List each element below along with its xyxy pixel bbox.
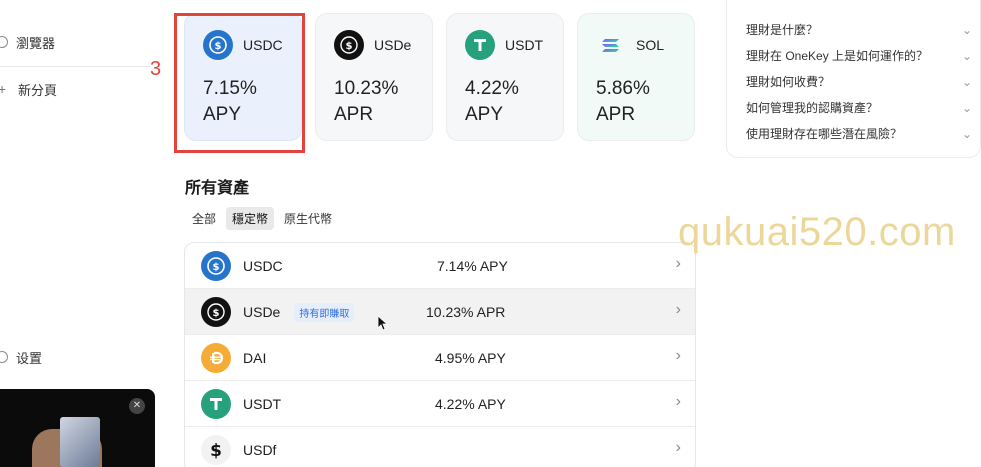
usdf-coin-icon: $ xyxy=(201,435,231,465)
dai-coin-icon xyxy=(201,343,231,373)
sidebar-divider xyxy=(0,66,150,67)
card-rate-type: APR xyxy=(596,104,636,125)
annotation-highlight-box xyxy=(174,13,305,153)
featured-card-usdt[interactable]: USDT 4.22% APY xyxy=(446,13,564,141)
asset-symbol: USDf xyxy=(243,442,277,458)
compass-icon xyxy=(0,36,8,48)
faq-question: 使用理財存在哪些潛在風險？ xyxy=(746,127,903,141)
card-symbol: USDT xyxy=(505,37,544,53)
card-rate-type: APY xyxy=(465,104,504,125)
earn-badge: 持有即賺取 xyxy=(294,302,355,322)
filter-native-tokens[interactable]: 原生代幣 xyxy=(278,207,338,230)
mouse-cursor-icon xyxy=(378,316,388,331)
faq-question: 如何管理我的認購資產？ xyxy=(746,101,879,115)
faq-question: 理財在 OneKey 上是如何運作的？ xyxy=(746,49,929,63)
faq-question: 理財是什麼？ xyxy=(746,23,819,37)
usde-coin-icon: $ xyxy=(334,30,364,60)
asset-symbol: USDT xyxy=(243,396,282,412)
sol-coin-icon xyxy=(596,30,626,60)
usdt-coin-icon xyxy=(201,389,231,419)
card-rate: 4.22% xyxy=(465,78,519,99)
section-title: 所有資產 xyxy=(185,180,250,197)
chevron-down-icon: ⌄ xyxy=(961,74,972,89)
card-rate: 10.23% xyxy=(334,78,399,99)
asset-row-usdc[interactable]: $ USDC 7.14% APY › xyxy=(185,243,695,289)
asset-symbol: USDe xyxy=(243,304,281,320)
featured-card-sol[interactable]: SOL 5.86% APR xyxy=(577,13,695,141)
chevron-right-icon: › xyxy=(675,393,681,410)
annotation-number: 3 xyxy=(150,58,162,80)
sidebar: 瀏覽器 + 新分頁 设置 ✕ xyxy=(0,0,160,467)
faq-item[interactable]: 理財是什麼？ ⌄ xyxy=(746,21,972,38)
faq-item[interactable]: 理財如何收費？ ⌄ xyxy=(746,73,972,90)
card-rate: 5.86% xyxy=(596,78,650,99)
usdc-coin-icon: $ xyxy=(201,251,231,281)
watermark: qukuai520.com xyxy=(678,210,956,254)
chevron-down-icon: ⌄ xyxy=(961,100,972,115)
faq-panel: 理財是什麼？ ⌄ 理財在 OneKey 上是如何運作的？ ⌄ 理財如何收費？ ⌄… xyxy=(726,0,981,158)
gear-icon xyxy=(0,351,8,363)
asset-row-dai[interactable]: DAI 4.95% APY › xyxy=(185,335,695,381)
sidebar-item-label: 新分頁 xyxy=(18,82,58,98)
device-image xyxy=(60,417,100,467)
asset-list: $ USDC 7.14% APY › $ USDe 持有即賺取 10.23% A… xyxy=(184,242,696,467)
chevron-down-icon: ⌄ xyxy=(961,22,972,37)
close-icon[interactable]: ✕ xyxy=(129,398,145,414)
chevron-right-icon: › xyxy=(675,255,681,272)
asset-symbol: DAI xyxy=(243,350,267,366)
faq-question: 理財如何收費？ xyxy=(746,75,831,89)
chevron-right-icon: › xyxy=(675,347,681,364)
video-thumbnail[interactable]: ✕ xyxy=(0,389,155,467)
asset-row-usde[interactable]: $ USDe 持有即賺取 10.23% APR › xyxy=(185,289,695,335)
faq-item[interactable]: 如何管理我的認購資產？ ⌄ xyxy=(746,99,972,116)
chevron-down-icon: ⌄ xyxy=(961,48,972,63)
sidebar-item-new-tab[interactable]: + 新分頁 xyxy=(0,77,57,101)
asset-filter-tabs: 全部 穩定幣 原生代幣 xyxy=(186,207,338,230)
svg-text:$: $ xyxy=(213,308,220,319)
chevron-right-icon: › xyxy=(675,439,681,456)
plus-icon: + xyxy=(0,81,7,97)
faq-item[interactable]: 理財在 OneKey 上是如何運作的？ ⌄ xyxy=(746,47,972,64)
card-rate-type: APR xyxy=(334,104,374,125)
usdt-coin-icon xyxy=(465,30,495,60)
asset-symbol: USDC xyxy=(243,258,283,274)
svg-text:$: $ xyxy=(210,441,222,461)
sidebar-item-label: 设置 xyxy=(16,350,43,366)
asset-rate: 4.95% APY xyxy=(435,350,506,366)
svg-text:$: $ xyxy=(213,262,220,273)
sidebar-item-label: 瀏覽器 xyxy=(16,35,56,51)
featured-card-usde[interactable]: $ USDe 10.23% APR xyxy=(315,13,433,141)
chevron-right-icon: › xyxy=(675,301,681,318)
asset-rate: 10.23% APR xyxy=(426,304,506,320)
sidebar-item-browser[interactable]: 瀏覽器 xyxy=(0,30,55,54)
filter-stablecoins[interactable]: 穩定幣 xyxy=(226,207,275,230)
asset-rate: 4.22% APY xyxy=(435,396,506,412)
usde-coin-icon: $ xyxy=(201,297,231,327)
asset-row-usdf[interactable]: $ USDf › xyxy=(185,427,695,467)
filter-all[interactable]: 全部 xyxy=(186,207,222,230)
sidebar-item-settings[interactable]: 设置 xyxy=(0,345,42,369)
svg-text:$: $ xyxy=(346,41,353,52)
asset-row-usdt[interactable]: USDT 4.22% APY › xyxy=(185,381,695,427)
card-symbol: USDe xyxy=(374,37,412,53)
faq-item[interactable]: 使用理財存在哪些潛在風險？ ⌄ xyxy=(746,125,972,142)
card-symbol: SOL xyxy=(636,37,665,53)
asset-rate: 7.14% APY xyxy=(437,258,508,274)
chevron-down-icon: ⌄ xyxy=(961,126,972,141)
